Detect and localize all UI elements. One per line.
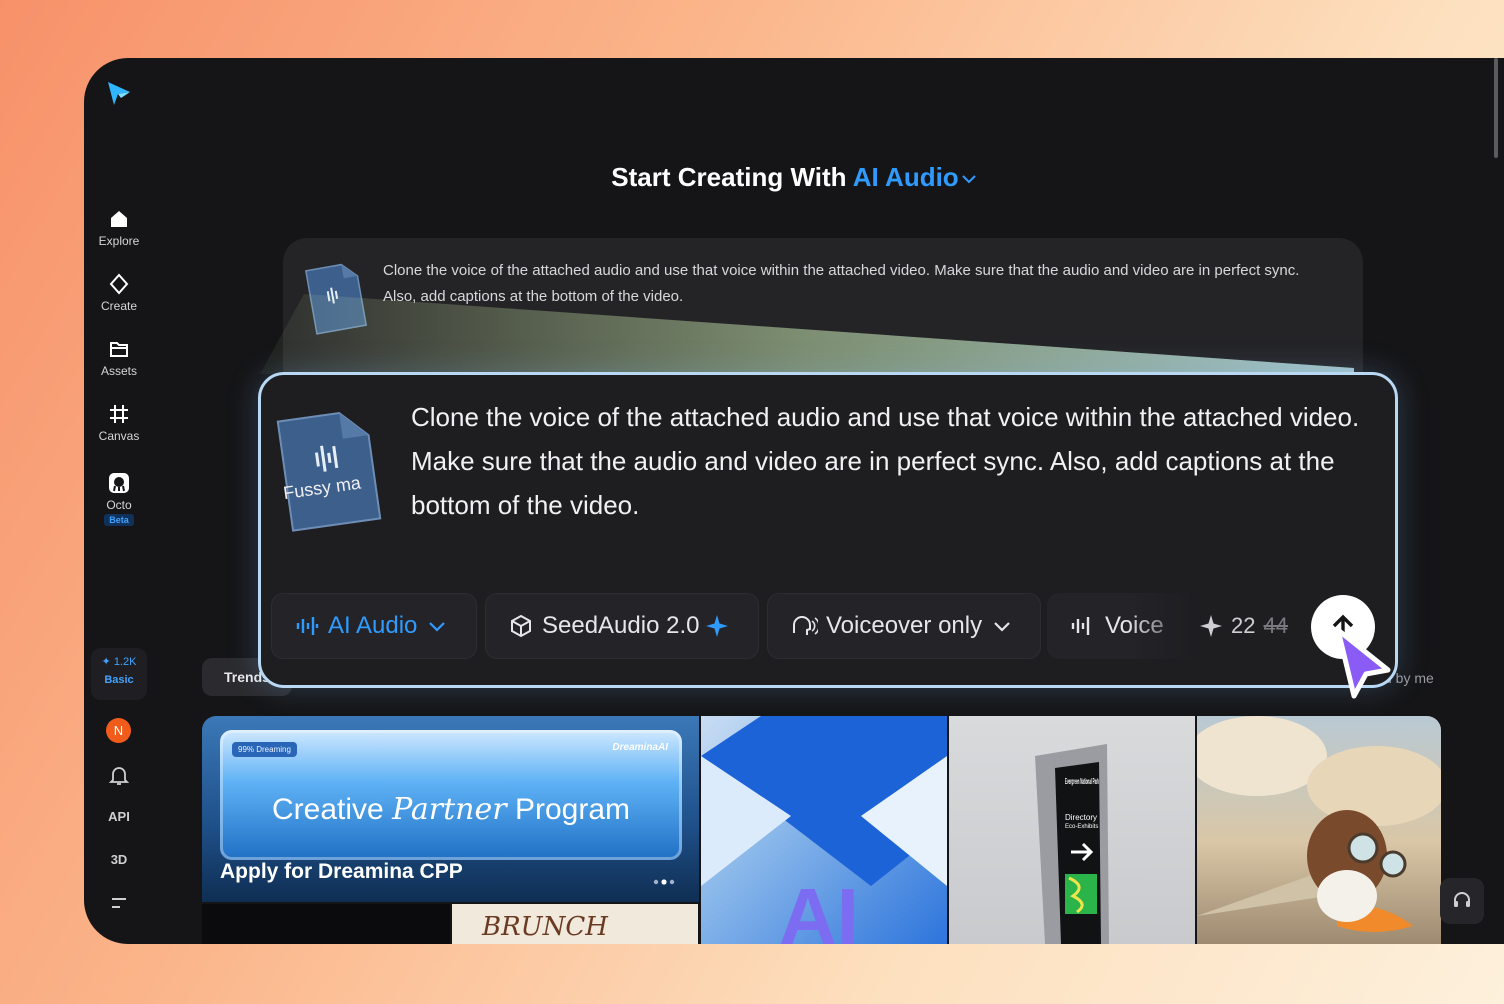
prompt-text-zoom[interactable]: Clone the voice of the attached audio an…: [411, 395, 1381, 527]
voice-mode-label: Voiceover only: [826, 612, 983, 639]
cpp-title-b: Partner: [392, 792, 507, 827]
support-button[interactable]: [1440, 878, 1484, 924]
sidebar-item-label: Explore: [98, 234, 140, 248]
sidebar-item-explore[interactable]: Explore: [84, 208, 154, 248]
audio-file-icon: [304, 263, 368, 335]
ai-letters: AI: [779, 872, 859, 944]
chevron-down-icon: [961, 175, 976, 184]
sidebar-item-label: Assets: [100, 364, 137, 378]
sidebar-item-create[interactable]: Create: [84, 273, 154, 313]
chevron-down-icon: [994, 622, 1010, 632]
avatar[interactable]: N: [106, 718, 131, 743]
beta-badge: Beta: [104, 514, 134, 526]
brunch-text: BRUNCH SPECIALS: [482, 912, 620, 944]
voice-select[interactable]: Voice: [1047, 593, 1197, 659]
cpp-banner: 99% Dreaming DreaminaAI Creative Partner…: [220, 730, 682, 860]
sidebar-item-canvas[interactable]: Canvas: [84, 403, 154, 443]
cpp-title-c: Program: [514, 793, 630, 826]
cpp-title-a: Creative: [272, 793, 384, 826]
speaking-head-icon: [793, 616, 818, 635]
headset-icon: [1454, 892, 1470, 907]
model-select-label: SeedAudio 2.0: [542, 612, 700, 639]
page-title: Start Creating With AI Audio: [84, 162, 1504, 193]
credit-cost: 22 44: [1199, 593, 1288, 659]
voice-select-label: Voice: [1105, 612, 1164, 639]
sign-title: Evergreen National Park: [1065, 777, 1099, 786]
sign-sub2: Eco-Exhibits: [1065, 824, 1098, 830]
credits-badge[interactable]: ✦ 1.2K Basic: [91, 648, 147, 700]
mode-select-label: AI Audio: [328, 612, 418, 639]
model-select[interactable]: SeedAudio 2.0: [485, 593, 759, 659]
chevron-down-icon: [429, 622, 446, 632]
ai-artwork: AI: [701, 716, 947, 944]
audio-wave-icon: [1071, 617, 1090, 635]
sidebar-item-label: Octo: [106, 498, 132, 512]
title-prefix: Start Creating With: [611, 162, 847, 192]
cpp-title: Creative Partner Program: [220, 792, 682, 827]
park-sign-artwork: Evergreen National Park Directory Eco-Ex…: [1035, 744, 1109, 944]
cpp-brand: DreaminaAI: [612, 742, 668, 753]
credit-sparkle-icon: ✦: [101, 656, 114, 668]
credits-value: 1.2K: [113, 656, 137, 668]
sparkle-icon: [706, 615, 729, 637]
voice-mode-select[interactable]: Voiceover only: [767, 593, 1041, 659]
folder-icon: [110, 342, 128, 357]
sign-sub: Directory: [1065, 813, 1097, 822]
prompt-card-zoom[interactable]: Fussy ma Clone the voice of the attached…: [258, 372, 1398, 688]
cube-icon: [511, 614, 531, 638]
cost-original: 44: [1263, 613, 1288, 638]
cost-value: 22: [1231, 613, 1256, 638]
audio-attachment[interactable]: [275, 407, 383, 533]
api-link[interactable]: API: [84, 809, 154, 824]
home-icon: [111, 211, 127, 227]
cursor-pointer-icon: [1335, 627, 1391, 699]
sidebar-item-assets[interactable]: Assets: [84, 338, 154, 378]
mode-dropdown[interactable]: AI Audio: [853, 162, 977, 192]
three-d-link[interactable]: 3D: [84, 852, 154, 867]
duck-pilot-artwork: [1197, 716, 1441, 932]
prompt-toolbar: AI Audio SeedAudio 2.0 Voiceover only Vo…: [271, 593, 1391, 659]
credit-sparkle-icon: [1200, 615, 1222, 637]
cpp-tag: 99% Dreaming: [232, 742, 297, 757]
gallery-card-sign[interactable]: Evergreen National Park Directory Eco-Ex…: [949, 716, 1195, 944]
octo-icon: [109, 473, 129, 493]
plan-label: Basic: [104, 674, 134, 686]
credits-amount: ✦ 1.2K: [91, 655, 147, 668]
app-window: Explore Create Assets Canvas Octo Beta ✦…: [84, 58, 1504, 944]
prompt-text: Clone the voice of the attached audio an…: [383, 262, 1300, 305]
canvas-icon: [110, 405, 128, 423]
cpp-caption: Apply for Dreamina CPP: [220, 860, 463, 883]
gallery-card-ai[interactable]: AI: [701, 716, 947, 944]
sidebar-item-label: Canvas: [98, 429, 140, 443]
mode-select[interactable]: AI Audio: [271, 593, 477, 659]
gallery-card-duck[interactable]: [1197, 716, 1441, 944]
gallery-card-dark[interactable]: [202, 904, 450, 944]
audio-wave-icon: [296, 617, 319, 635]
sidebar-item-octo[interactable]: Octo Beta: [84, 472, 154, 526]
dreamina-logo-icon[interactable]: [104, 78, 134, 108]
bell-icon[interactable]: [108, 764, 130, 786]
sparkle-icon: [109, 273, 129, 295]
menu-icon[interactable]: [110, 896, 128, 910]
scrollbar[interactable]: [1494, 58, 1498, 158]
gallery-card-cpp[interactable]: 99% Dreaming DreaminaAI Creative Partner…: [202, 716, 699, 902]
sidebar-item-label: Create: [100, 299, 138, 313]
gallery-card-brunch[interactable]: BRUNCH SPECIALS: [452, 904, 698, 944]
carousel-dots[interactable]: [652, 878, 682, 886]
mode-dropdown-label: AI Audio: [852, 162, 959, 192]
